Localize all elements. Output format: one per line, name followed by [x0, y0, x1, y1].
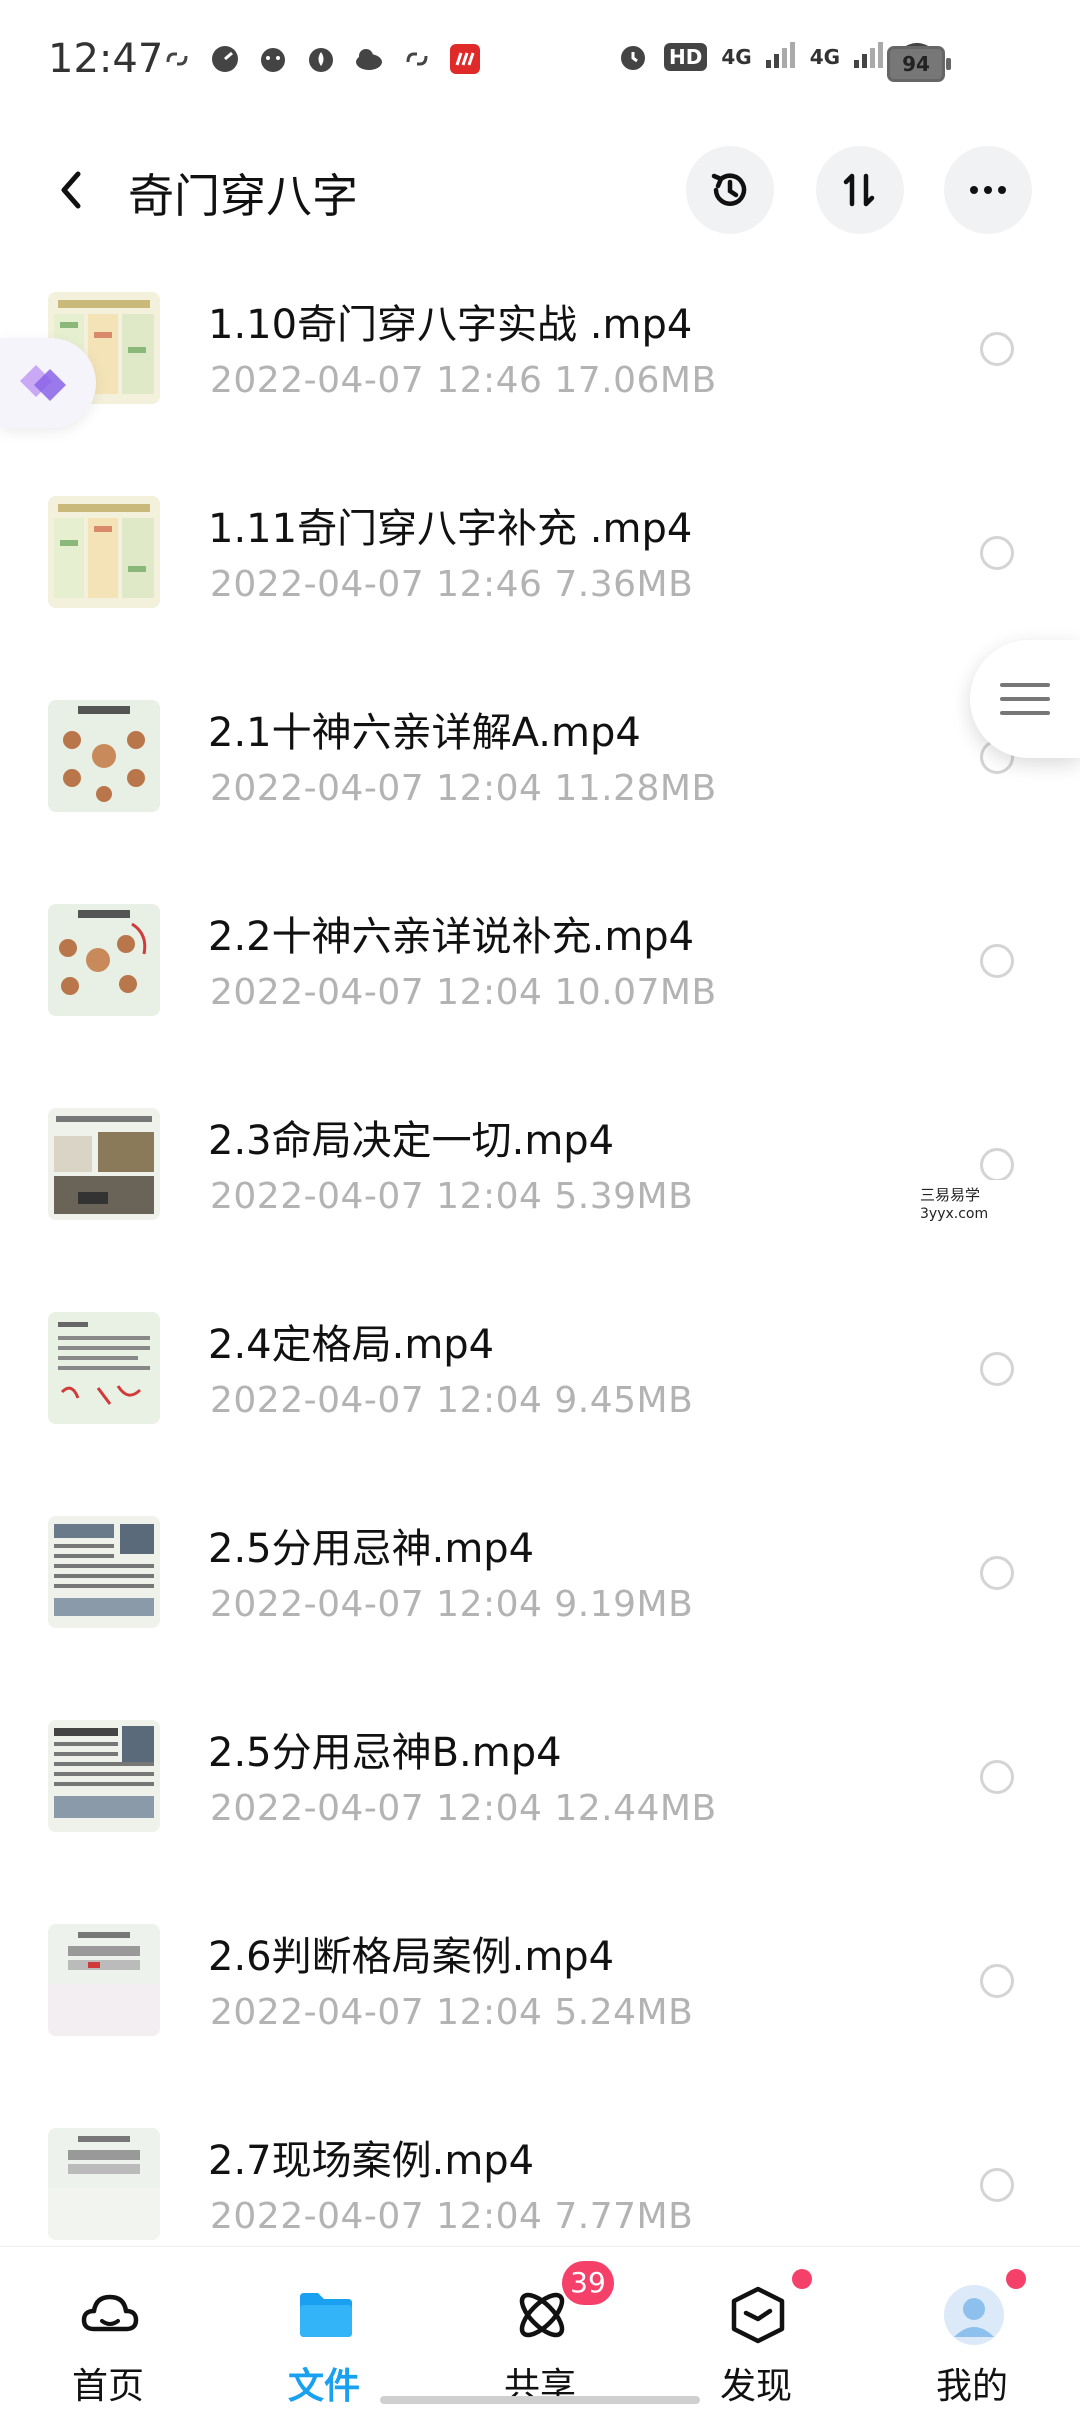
status-bar: 12:47 HD 4G 4G 94	[0, 0, 1080, 120]
chevron-left-icon	[61, 171, 81, 209]
bottom-nav: 首页 文件 共享 发现 我的 39	[0, 2246, 1080, 2409]
cloud-status-icon	[352, 42, 386, 76]
video-thumbnail	[48, 1108, 160, 1220]
list-item[interactable]: 2.4定格局.mp4 2022-04-07 12:04 9.45MB	[0, 1282, 1080, 1486]
watermark-url: 3yyx.com	[920, 1206, 989, 1222]
history-button[interactable]	[686, 146, 774, 234]
select-radio[interactable]	[980, 2168, 1014, 2202]
header: 奇门穿八字	[0, 120, 1080, 260]
red-app-icon	[448, 42, 482, 76]
signal-icon	[765, 42, 796, 72]
list-item[interactable]: 1.10奇门穿八字实战 .mp4 2022-04-07 12:46 17.06M…	[0, 262, 1080, 466]
file-meta: 2022-04-07 12:04 12.44MB	[210, 1788, 717, 1829]
file-name: 2.1十神六亲详解A.mp4	[208, 710, 641, 756]
video-thumbnail	[48, 700, 160, 812]
video-thumbnail	[48, 1312, 160, 1424]
file-name: 2.5分用忌神B.mp4	[208, 1730, 562, 1776]
network-label-2: 4G	[809, 45, 841, 69]
list-item[interactable]: 2.1十神六亲详解A.mp4 2022-04-07 12:04 11.28MB	[0, 670, 1080, 874]
file-meta: 2022-04-07 12:04 10.07MB	[210, 972, 717, 1013]
list-item[interactable]: 2.5分用忌神B.mp4 2022-04-07 12:04 12.44MB	[0, 1690, 1080, 1894]
network-label-1: 4G	[721, 45, 752, 69]
list-item[interactable]: 2.2十神六亲详说补充.mp4 2022-04-07 12:04 10.07MB	[0, 874, 1080, 1078]
video-thumbnail	[48, 496, 160, 608]
flame-icon	[304, 42, 338, 76]
nav-label: 首页	[71, 2366, 144, 2407]
avatar-icon	[944, 2285, 1004, 2345]
file-meta: 2022-04-07 12:04 5.39MB	[210, 1176, 694, 1217]
video-thumbnail	[48, 904, 160, 1016]
file-meta: 2022-04-07 12:04 9.19MB	[210, 1584, 694, 1625]
select-radio[interactable]	[980, 1760, 1014, 1794]
signal-icon	[854, 42, 884, 72]
watermark: 三易易学 3yyx.com	[822, 1180, 1080, 1232]
select-radio[interactable]	[980, 1556, 1014, 1590]
speedometer-icon	[208, 42, 242, 76]
share-badge: 39	[562, 2261, 614, 2305]
cube-icon	[731, 2286, 785, 2344]
floating-assistant-button[interactable]	[0, 338, 96, 428]
home-indicator[interactable]	[380, 2396, 700, 2404]
video-thumbnail	[48, 1720, 160, 1832]
notification-icons	[160, 42, 482, 76]
nav-item-discover[interactable]: 发现	[648, 2247, 864, 2409]
file-name: 2.3命局决定一切.mp4	[208, 1118, 615, 1164]
more-icon	[970, 186, 1006, 194]
battery-indicator: 94	[887, 46, 951, 82]
page-title: 奇门穿八字	[128, 169, 358, 223]
file-name: 1.11奇门穿八字补充 .mp4	[208, 506, 693, 552]
list-item[interactable]: 2.6判断格局案例.mp4 2022-04-07 12:04 5.24MB	[0, 1894, 1080, 2098]
app-face-icon	[256, 42, 290, 76]
diamond-icon	[20, 365, 66, 401]
back-button[interactable]	[50, 162, 100, 218]
nav-item-home[interactable]: 首页	[0, 2247, 216, 2409]
file-name: 1.10奇门穿八字实战 .mp4	[208, 302, 693, 348]
nav-item-files[interactable]: 文件	[216, 2247, 432, 2409]
select-radio[interactable]	[980, 1352, 1014, 1386]
list-item[interactable]: 1.11奇门穿八字补充 .mp4 2022-04-07 12:46 7.36MB	[0, 466, 1080, 670]
video-thumbnail	[48, 2128, 160, 2240]
watermark-text: 三易易学	[920, 1186, 981, 1204]
select-radio[interactable]	[980, 1964, 1014, 1998]
file-name: 2.7现场案例.mp4	[208, 2138, 535, 2184]
file-meta: 2022-04-07 12:04 11.28MB	[210, 768, 717, 809]
status-time: 12:47	[48, 36, 164, 82]
nav-item-me[interactable]: 我的	[864, 2247, 1080, 2409]
link-icon	[400, 42, 434, 76]
select-radio[interactable]	[980, 944, 1014, 978]
file-meta: 2022-04-07 12:04 9.45MB	[210, 1380, 694, 1421]
cloud-icon	[81, 2294, 139, 2332]
select-radio[interactable]	[980, 332, 1014, 366]
hd-badge: HD	[664, 43, 708, 71]
file-list: 1.10奇门穿八字实战 .mp4 2022-04-07 12:46 17.06M…	[0, 262, 1080, 2302]
history-icon	[711, 173, 747, 206]
file-meta: 2022-04-07 12:46 17.06MB	[210, 360, 717, 401]
sort-icon	[843, 173, 875, 207]
me-badge-dot	[1006, 2269, 1026, 2289]
file-name: 2.6判断格局案例.mp4	[208, 1934, 615, 1980]
nav-item-share[interactable]: 共享	[432, 2247, 648, 2409]
nav-label: 我的	[935, 2366, 1008, 2407]
more-button[interactable]	[944, 146, 1032, 234]
menu-icon	[1000, 683, 1050, 715]
select-radio[interactable]	[980, 1148, 1014, 1182]
list-item[interactable]: 2.5分用忌神.mp4 2022-04-07 12:04 9.19MB	[0, 1486, 1080, 1690]
file-meta: 2022-04-07 12:04 5.24MB	[210, 1992, 694, 2033]
floating-menu-button[interactable]	[970, 640, 1080, 758]
sort-button[interactable]	[816, 146, 904, 234]
file-name: 2.4定格局.mp4	[208, 1322, 495, 1368]
alarm-icon	[616, 40, 650, 74]
link-icon	[160, 42, 194, 76]
folder-icon	[300, 2293, 352, 2337]
video-thumbnail	[48, 1924, 160, 2036]
file-name: 2.5分用忌神.mp4	[208, 1526, 535, 1572]
file-meta: 2022-04-07 12:04 7.77MB	[210, 2196, 694, 2237]
discover-badge-dot	[792, 2269, 812, 2289]
video-thumbnail	[48, 1516, 160, 1628]
select-radio[interactable]	[980, 536, 1014, 570]
file-meta: 2022-04-07 12:46 7.36MB	[210, 564, 694, 605]
file-name: 2.2十神六亲详说补充.mp4	[208, 914, 695, 960]
